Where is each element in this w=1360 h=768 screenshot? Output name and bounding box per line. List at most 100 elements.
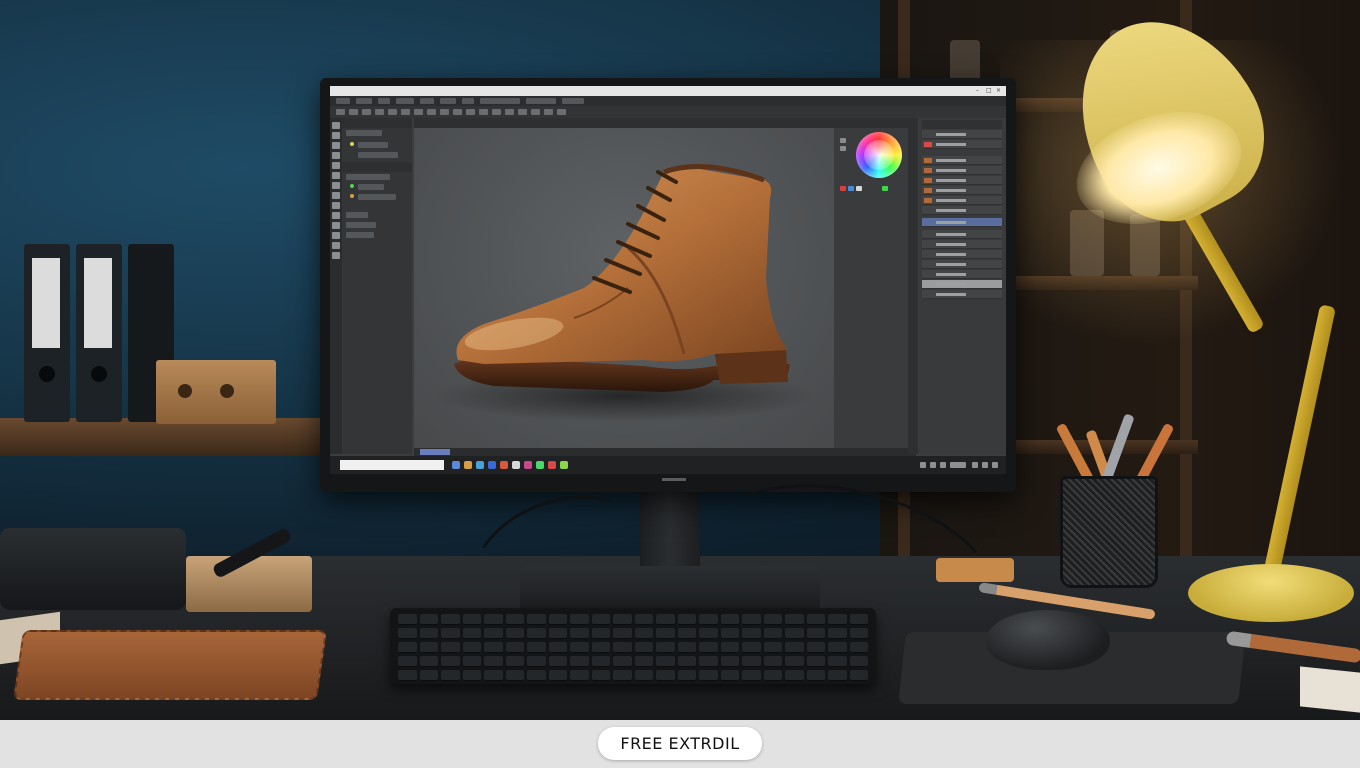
mouse-icon[interactable] — [986, 610, 1110, 670]
layer-row[interactable] — [922, 290, 1002, 299]
taskbar-search-input[interactable] — [340, 460, 444, 470]
taskbar-app-icon[interactable] — [500, 461, 508, 469]
slider-row[interactable] — [358, 184, 384, 190]
color-swatch[interactable] — [840, 138, 846, 143]
zoom-tool-icon[interactable] — [332, 252, 340, 259]
layer-row[interactable] — [922, 140, 1002, 149]
tray-icon[interactable] — [940, 462, 946, 468]
menu-item[interactable] — [562, 98, 584, 104]
option-icon[interactable] — [388, 109, 397, 115]
layer-row[interactable] — [922, 176, 1002, 185]
move-tool-icon[interactable] — [332, 122, 340, 129]
panel-row[interactable] — [346, 130, 382, 136]
layer-row[interactable] — [922, 206, 1002, 215]
eyedropper-tool-icon[interactable] — [332, 162, 340, 169]
panel-row[interactable] — [346, 222, 376, 228]
keyboard-icon[interactable] — [390, 608, 876, 684]
option-icon[interactable] — [544, 109, 553, 115]
color-swatch[interactable] — [840, 146, 846, 151]
tray-icon[interactable] — [920, 462, 926, 468]
option-icon[interactable] — [505, 109, 514, 115]
taskbar-app-icon[interactable] — [512, 461, 520, 469]
menu-item[interactable] — [480, 98, 520, 104]
option-icon[interactable] — [375, 109, 384, 115]
tray-icon[interactable] — [992, 462, 998, 468]
type-tool-icon[interactable] — [332, 222, 340, 229]
option-icon[interactable] — [440, 109, 449, 115]
menu-item[interactable] — [336, 98, 350, 104]
desk-lamp-icon[interactable] — [1188, 564, 1354, 622]
panel-row[interactable] — [346, 232, 374, 238]
tray-icon[interactable] — [972, 462, 978, 468]
color-swatch[interactable] — [840, 186, 846, 191]
option-icon[interactable] — [492, 109, 501, 115]
layer-row[interactable] — [922, 250, 1002, 259]
taskbar-app-icon[interactable] — [536, 461, 544, 469]
taskbar-app-icon[interactable] — [488, 461, 496, 469]
taskbar-app-icon[interactable] — [560, 461, 568, 469]
menu-item[interactable] — [396, 98, 414, 104]
menu-item[interactable] — [440, 98, 456, 104]
pen-tool-icon[interactable] — [332, 212, 340, 219]
option-icon[interactable] — [531, 109, 540, 115]
close-icon[interactable]: × — [996, 87, 1001, 95]
option-icon[interactable] — [349, 109, 358, 115]
option-icon[interactable] — [401, 109, 410, 115]
keyboard-key — [441, 642, 460, 653]
layer-row[interactable] — [922, 260, 1002, 269]
slider-row[interactable] — [358, 142, 388, 148]
gradient-tool-icon[interactable] — [332, 202, 340, 209]
tray-icon[interactable] — [930, 462, 936, 468]
taskbar-app-icon[interactable] — [476, 461, 484, 469]
panel-row[interactable] — [346, 174, 390, 180]
taskbar-app-icon[interactable] — [524, 461, 532, 469]
tray-icon[interactable] — [982, 462, 988, 468]
menu-item[interactable] — [526, 98, 556, 104]
layer-row[interactable] — [922, 186, 1002, 195]
layer-row-selected[interactable] — [922, 218, 1002, 227]
option-icon[interactable] — [336, 109, 345, 115]
shape-tool-icon[interactable] — [332, 232, 340, 239]
layer-row[interactable] — [922, 270, 1002, 279]
option-icon[interactable] — [466, 109, 475, 115]
menu-item[interactable] — [356, 98, 372, 104]
marquee-tool-icon[interactable] — [332, 132, 340, 139]
option-icon[interactable] — [479, 109, 488, 115]
layer-row[interactable] — [922, 166, 1002, 175]
layer-row[interactable] — [922, 156, 1002, 165]
option-icon[interactable] — [557, 109, 566, 115]
taskbar-app-icon[interactable] — [464, 461, 472, 469]
clock-tray[interactable] — [950, 462, 966, 468]
panel-row[interactable] — [346, 212, 368, 218]
brush-tool-icon[interactable] — [332, 172, 340, 179]
minimize-icon[interactable]: – — [976, 87, 979, 95]
layer-row[interactable] — [922, 240, 1002, 249]
slider-row[interactable] — [358, 152, 398, 158]
color-swatch[interactable] — [848, 186, 854, 191]
menu-item[interactable] — [378, 98, 390, 104]
slider-row[interactable] — [358, 194, 396, 200]
taskbar-app-icon[interactable] — [548, 461, 556, 469]
menu-item[interactable] — [420, 98, 434, 104]
layer-row[interactable] — [922, 230, 1002, 239]
option-icon[interactable] — [414, 109, 423, 115]
maximize-icon[interactable]: □ — [986, 87, 992, 95]
color-wheel-icon[interactable] — [856, 132, 902, 178]
hand-tool-icon[interactable] — [332, 242, 340, 249]
zoom-level-chip[interactable] — [420, 449, 450, 455]
layer-row[interactable] — [922, 130, 1002, 139]
color-swatch[interactable] — [882, 186, 888, 191]
layer-row[interactable] — [922, 196, 1002, 205]
color-swatch[interactable] — [856, 186, 862, 191]
stamp-tool-icon[interactable] — [332, 182, 340, 189]
option-icon[interactable] — [427, 109, 436, 115]
option-icon[interactable] — [362, 109, 371, 115]
menu-item[interactable] — [462, 98, 474, 104]
option-icon[interactable] — [453, 109, 462, 115]
option-icon[interactable] — [518, 109, 527, 115]
eraser-tool-icon[interactable] — [332, 192, 340, 199]
lasso-tool-icon[interactable] — [332, 142, 340, 149]
crop-tool-icon[interactable] — [332, 152, 340, 159]
layer-row-highlighted[interactable] — [922, 280, 1002, 289]
taskbar-app-icon[interactable] — [452, 461, 460, 469]
